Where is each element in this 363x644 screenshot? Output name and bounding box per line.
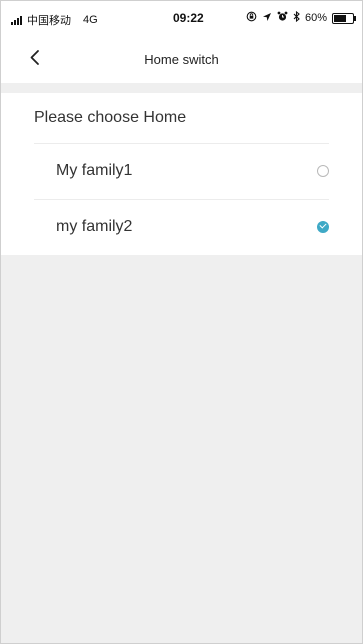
status-time: 09:22 [173,11,204,25]
radio-checked-icon[interactable] [317,221,329,233]
battery-icon [332,12,356,24]
content: Please choose Home My family1 my family2 [1,93,362,255]
home-option-label: my family2 [56,218,133,235]
page-title: Home switch [144,52,219,67]
network-type: 4G [83,14,98,26]
section-header: Please choose Home [1,93,362,143]
home-option-my-family1[interactable]: My family1 [1,143,362,199]
signal-icon [11,15,22,25]
home-list: My family1 my family2 [1,143,362,255]
alarm-icon [277,11,288,25]
bluetooth-icon [293,10,300,25]
status-right: 60% [246,10,356,25]
home-option-label: My family1 [56,162,133,179]
phone-screen: 中国移动 4G 09:22 60% Home switch Please cho… [0,0,363,644]
status-left: 中国移动 4G [11,12,98,28]
radio-unchecked-icon[interactable] [317,165,329,177]
carrier-name: 中国移动 [27,15,71,27]
location-icon [262,12,272,25]
home-option-my-family2[interactable]: my family2 [1,199,362,255]
status-bar: 中国移动 4G 09:22 60% [1,1,362,37]
battery-percent: 60% [304,12,327,24]
lock-rotation-icon [246,11,257,25]
navigation-bar: Home switch [1,37,362,83]
